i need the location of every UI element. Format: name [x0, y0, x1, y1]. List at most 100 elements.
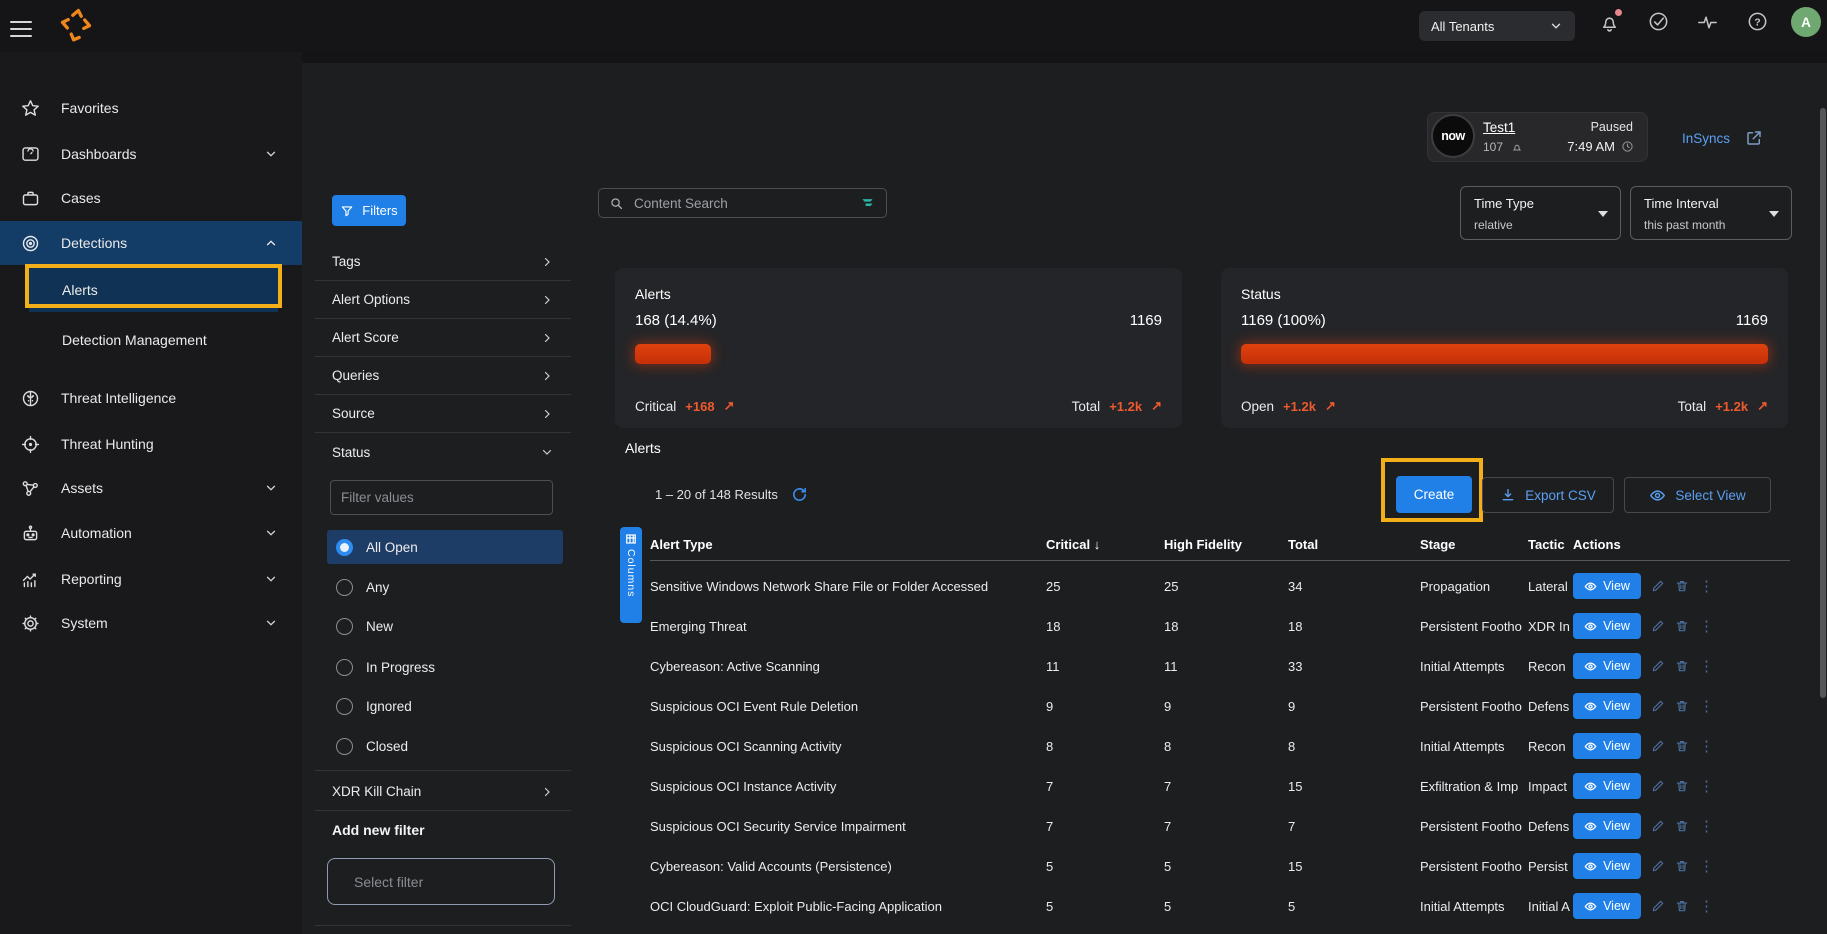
table-row[interactable]: Suspicious OCI Event Rule Deletion 9 9 9… — [650, 686, 1790, 726]
filter-section-alert-score[interactable]: Alert Score — [315, 319, 571, 357]
sidebar-item-automation[interactable]: Automation — [0, 511, 302, 555]
view-button[interactable]: View — [1573, 573, 1641, 599]
table-row[interactable]: Suspicious OCI Security Service Impairme… — [650, 806, 1790, 846]
sidebar-item-dashboards[interactable]: Dashboards — [0, 132, 302, 176]
header-alert-type[interactable]: Alert Type — [650, 537, 1046, 552]
chevron-down-icon — [264, 572, 278, 586]
table-row[interactable]: Cybereason: Active Scanning 11 11 33 Ini… — [650, 646, 1790, 686]
status-option-closed[interactable]: Closed — [327, 729, 563, 763]
table-row[interactable]: Suspicious OCI Scanning Activity 8 8 8 I… — [650, 726, 1790, 766]
view-button[interactable]: View — [1573, 893, 1641, 919]
status-option-in-progress[interactable]: In Progress — [327, 650, 563, 684]
insyncs-link[interactable]: InSyncs — [1682, 131, 1730, 146]
view-button[interactable]: View — [1573, 813, 1641, 839]
view-button[interactable]: View — [1573, 653, 1641, 679]
sidebar-item-reporting[interactable]: Reporting — [0, 557, 302, 601]
external-link-icon[interactable] — [1745, 129, 1763, 147]
create-button[interactable]: Create — [1396, 476, 1472, 513]
edit-pencil-icon[interactable] — [1651, 659, 1665, 673]
more-actions-icon[interactable]: ⋮ — [1699, 659, 1714, 674]
more-actions-icon[interactable]: ⋮ — [1699, 739, 1714, 754]
table-row[interactable]: Emerging Threat 18 18 18 Persistent Foot… — [650, 606, 1790, 646]
delete-trash-icon[interactable] — [1675, 899, 1689, 913]
edit-pencil-icon[interactable] — [1651, 859, 1665, 873]
table-row[interactable]: Sensitive Windows Network Share File or … — [650, 566, 1790, 606]
status-option-ignored[interactable]: Ignored — [327, 689, 563, 723]
delete-trash-icon[interactable] — [1675, 859, 1689, 873]
view-button[interactable]: View — [1573, 693, 1641, 719]
more-actions-icon[interactable]: ⋮ — [1699, 779, 1714, 794]
sidebar-item-favorites[interactable]: Favorites — [0, 86, 302, 130]
more-actions-icon[interactable]: ⋮ — [1699, 619, 1714, 634]
sidebar-subitem-alerts[interactable]: Alerts — [29, 268, 278, 312]
sidebar-item-detections[interactable]: Detections — [0, 221, 302, 265]
status-option-new[interactable]: New — [327, 609, 563, 643]
tenant-selector[interactable]: All Tenants — [1419, 11, 1575, 41]
more-actions-icon[interactable]: ⋮ — [1699, 579, 1714, 594]
table-row[interactable]: Cybereason: Valid Accounts (Persistence)… — [650, 846, 1790, 886]
user-avatar[interactable]: A — [1791, 7, 1821, 37]
table-row[interactable]: OCI CloudGuard: Exploit Public-Facing Ap… — [650, 886, 1790, 926]
columns-tab[interactable]: Columns — [620, 527, 642, 623]
tasks-check-icon[interactable] — [1647, 10, 1670, 33]
header-tactic[interactable]: Tactic — [1528, 537, 1573, 552]
sidebar-item-cases[interactable]: Cases — [0, 176, 302, 220]
delete-trash-icon[interactable] — [1675, 579, 1689, 593]
sidebar-item-system[interactable]: System — [0, 601, 302, 645]
edit-pencil-icon[interactable] — [1651, 619, 1665, 633]
header-stage[interactable]: Stage — [1420, 537, 1528, 552]
sidebar-item-threat-hunting[interactable]: Threat Hunting — [0, 422, 302, 466]
edit-pencil-icon[interactable] — [1651, 899, 1665, 913]
header-critical[interactable]: Critical ↓ — [1046, 537, 1164, 552]
delete-trash-icon[interactable] — [1675, 779, 1689, 793]
filter-section-status[interactable]: Status — [315, 433, 571, 471]
time-type-select[interactable]: Time Type relative — [1460, 186, 1621, 240]
delete-trash-icon[interactable] — [1675, 819, 1689, 833]
hamburger-menu-icon[interactable] — [10, 16, 32, 42]
time-interval-select[interactable]: Time Interval this past month — [1630, 186, 1792, 240]
more-actions-icon[interactable]: ⋮ — [1699, 859, 1714, 874]
filter-section-alert-options[interactable]: Alert Options — [315, 281, 571, 319]
delete-trash-icon[interactable] — [1675, 659, 1689, 673]
edit-pencil-icon[interactable] — [1651, 739, 1665, 753]
header-high-fidelity[interactable]: High Fidelity — [1164, 537, 1288, 552]
filter-section-queries[interactable]: Queries — [315, 357, 571, 395]
table-row[interactable]: Suspicious OCI Instance Activity 7 7 15 … — [650, 766, 1790, 806]
filter-values-input[interactable] — [330, 480, 553, 515]
delete-trash-icon[interactable] — [1675, 699, 1689, 713]
sidebar-subitem-detection-management[interactable]: Detection Management — [62, 318, 302, 362]
help-icon[interactable]: ? — [1746, 10, 1769, 33]
view-button[interactable]: View — [1573, 733, 1641, 759]
edit-pencil-icon[interactable] — [1651, 779, 1665, 793]
export-csv-button[interactable]: Export CSV — [1482, 477, 1614, 513]
filter-section-source[interactable]: Source — [315, 395, 571, 433]
system-activity-icon[interactable] — [1696, 11, 1719, 34]
edit-pencil-icon[interactable] — [1651, 819, 1665, 833]
select-view-button[interactable]: Select View — [1624, 477, 1771, 513]
edit-pencil-icon[interactable] — [1651, 699, 1665, 713]
more-actions-icon[interactable]: ⋮ — [1699, 699, 1714, 714]
more-actions-icon[interactable]: ⋮ — [1699, 819, 1714, 834]
view-button[interactable]: View — [1573, 613, 1641, 639]
status-option-any[interactable]: Any — [327, 570, 563, 604]
view-button[interactable]: View — [1573, 773, 1641, 799]
sensor-name-link[interactable]: Test1 — [1483, 120, 1515, 135]
delete-trash-icon[interactable] — [1675, 619, 1689, 633]
sidebar-item-assets[interactable]: Assets — [0, 466, 302, 510]
vertical-scrollbar-thumb[interactable] — [1820, 108, 1826, 698]
select-filter-input[interactable] — [327, 858, 555, 905]
filters-button[interactable]: Filters — [332, 195, 406, 226]
edit-pencil-icon[interactable] — [1651, 579, 1665, 593]
more-actions-icon[interactable]: ⋮ — [1699, 899, 1714, 914]
chevron-right-icon — [541, 408, 553, 420]
view-button[interactable]: View — [1573, 853, 1641, 879]
refresh-icon[interactable] — [791, 486, 808, 503]
delete-trash-icon[interactable] — [1675, 739, 1689, 753]
status-option-all-open[interactable]: All Open — [327, 530, 563, 564]
header-total[interactable]: Total — [1288, 537, 1420, 552]
content-search-input[interactable] — [632, 195, 851, 212]
filter-section-xdr-kill-chain[interactable]: XDR Kill Chain — [315, 773, 571, 811]
sidebar-item-threat-intelligence[interactable]: Threat Intelligence — [0, 376, 302, 420]
filter-section-tags[interactable]: Tags — [315, 243, 571, 281]
content-filter-teal-icon[interactable] — [859, 196, 876, 211]
